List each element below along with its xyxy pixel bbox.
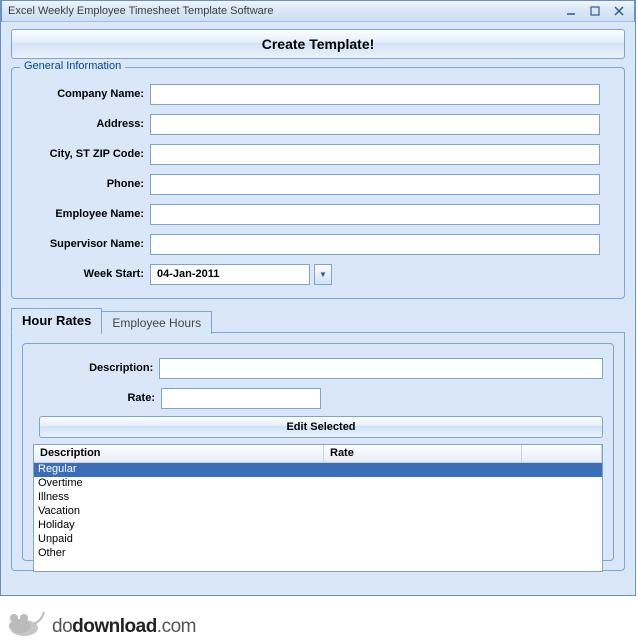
week-start-input[interactable]	[150, 264, 310, 285]
maximize-button[interactable]	[584, 3, 606, 19]
table-row[interactable]: Vacation	[34, 505, 602, 519]
city-st-zip-label: City, ST ZIP Code:	[22, 148, 150, 160]
rate-label: Rate:	[33, 392, 161, 404]
company-name-label: Company Name:	[22, 88, 150, 100]
cell-rate	[324, 491, 522, 505]
column-header-rate[interactable]: Rate	[324, 445, 522, 462]
cell-description: Holiday	[34, 519, 324, 533]
week-start-dropdown-button[interactable]: ▼	[314, 264, 332, 285]
maximize-icon	[590, 6, 600, 16]
footer-branding: dordownload.com	[6, 604, 196, 638]
employee-name-input[interactable]	[150, 204, 600, 225]
hour-rates-inner: Description: Rate: Edit Selected Descrip…	[22, 343, 614, 561]
table-row[interactable]: Other	[34, 547, 602, 561]
titlebar: Excel Weekly Employee Timesheet Template…	[1, 0, 635, 22]
address-input[interactable]	[150, 114, 600, 135]
description-label: Description:	[33, 362, 159, 374]
week-start-label: Week Start:	[22, 268, 150, 280]
cell-description: Regular	[34, 463, 324, 477]
rate-input[interactable]	[161, 388, 321, 409]
phone-input[interactable]	[150, 174, 600, 195]
minimize-icon	[566, 6, 576, 16]
close-icon	[614, 6, 624, 16]
cell-rate	[324, 463, 522, 477]
table-row[interactable]: Holiday	[34, 519, 602, 533]
company-name-input[interactable]	[150, 84, 600, 105]
cell-description: Overtime	[34, 477, 324, 491]
cell-rate	[324, 477, 522, 491]
column-header-description[interactable]: Description	[34, 445, 324, 462]
cell-description: Vacation	[34, 505, 324, 519]
city-st-zip-input[interactable]	[150, 144, 600, 165]
close-button[interactable]	[608, 3, 630, 19]
table-row[interactable]: Regular	[34, 463, 602, 477]
minimize-button[interactable]	[560, 3, 582, 19]
tab-employee-hours[interactable]: Employee Hours	[101, 311, 212, 334]
window-body: Create Template! General Information Com…	[1, 22, 635, 581]
cell-description: Illness	[34, 491, 324, 505]
description-input[interactable]	[159, 358, 603, 379]
employee-name-label: Employee Name:	[22, 208, 150, 220]
listview-body: RegularOvertimeIllnessVacationHolidayUnp…	[34, 463, 602, 561]
phone-label: Phone:	[22, 178, 150, 190]
create-template-button[interactable]: Create Template!	[11, 29, 625, 59]
footer-text: dordownload.com	[52, 616, 196, 638]
cell-rate	[324, 533, 522, 547]
address-label: Address:	[22, 118, 150, 130]
table-row[interactable]: Illness	[34, 491, 602, 505]
column-header-spacer	[522, 445, 602, 462]
rates-listview[interactable]: Description Rate RegularOvertimeIllnessV…	[33, 444, 603, 572]
edit-selected-button[interactable]: Edit Selected	[39, 416, 603, 438]
general-info-legend: General Information	[20, 60, 125, 72]
chevron-down-icon: ▼	[319, 270, 327, 279]
table-row[interactable]: Unpaid	[34, 533, 602, 547]
cell-rate	[324, 505, 522, 519]
table-row[interactable]: Overtime	[34, 477, 602, 491]
cell-description: Other	[34, 547, 324, 561]
cell-rate	[324, 519, 522, 533]
hour-rates-panel: Description: Rate: Edit Selected Descrip…	[11, 333, 625, 571]
tab-hour-rates[interactable]: Hour Rates	[11, 308, 102, 333]
mouse-icon	[6, 604, 46, 638]
application-window: Excel Weekly Employee Timesheet Template…	[0, 0, 636, 596]
cell-rate	[324, 547, 522, 561]
general-info-fieldset: General Information Company Name: Addres…	[11, 67, 625, 299]
cell-description: Unpaid	[34, 533, 324, 547]
listview-header: Description Rate	[34, 445, 602, 463]
tab-strip: Hour Rates Employee Hours	[11, 307, 625, 333]
window-title: Excel Weekly Employee Timesheet Template…	[8, 5, 558, 17]
supervisor-name-label: Supervisor Name:	[22, 238, 150, 250]
supervisor-name-input[interactable]	[150, 234, 600, 255]
